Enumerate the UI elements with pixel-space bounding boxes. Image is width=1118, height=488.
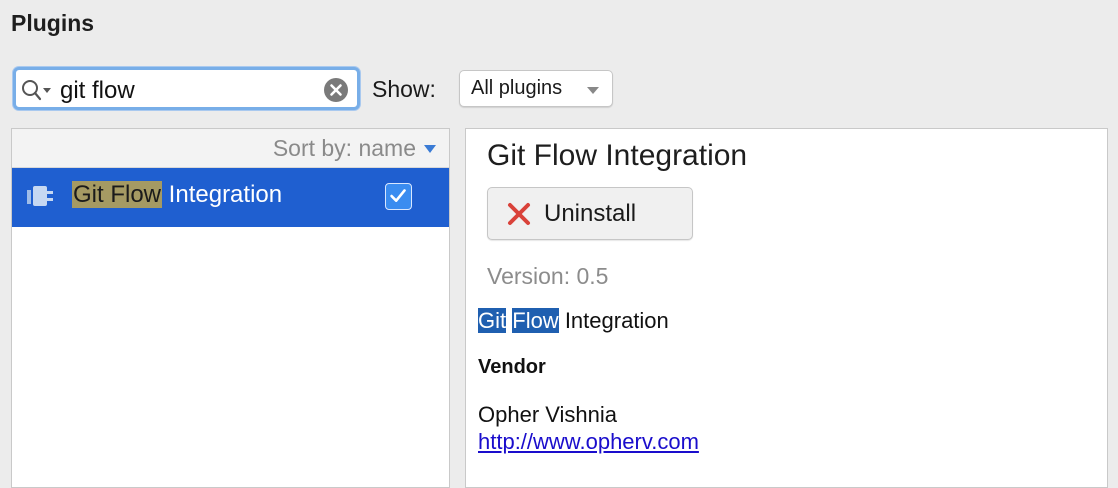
clear-icon[interactable] — [323, 77, 349, 103]
list-item-name: Git Flow Integration — [72, 181, 282, 209]
search-field[interactable]: git flow — [13, 67, 360, 110]
close-x-icon — [508, 203, 530, 225]
show-filter-value: All plugins — [471, 77, 563, 99]
uninstall-label: Uninstall — [544, 200, 637, 227]
description-rest: Integration — [558, 308, 669, 333]
selected-text: Git — [478, 308, 507, 333]
list-item[interactable]: Git Flow Integration — [12, 168, 449, 227]
plugin-detail-panel: Git Flow Integration Uninstall Version: … — [465, 128, 1108, 488]
vendor-heading: Vendor — [478, 356, 546, 378]
search-input[interactable]: git flow — [60, 77, 135, 105]
enable-checkbox[interactable] — [385, 183, 412, 210]
detail-title: Git Flow Integration — [487, 139, 748, 172]
uninstall-button[interactable]: Uninstall — [487, 187, 693, 240]
show-filter-dropdown[interactable]: All plugins — [459, 70, 613, 107]
selected-text: Flow — [512, 308, 559, 333]
sort-label[interactable]: Sort by: name — [273, 135, 416, 162]
vendor-link[interactable]: http://www.opherv.com — [478, 429, 699, 455]
description: Git Flow Integration — [478, 308, 669, 334]
search-icon[interactable] — [21, 79, 55, 101]
sort-bar[interactable]: Sort by: name — [12, 129, 449, 168]
checkbox-checked-icon — [390, 189, 406, 202]
plugin-list: Sort by: name Git Flow Integration — [11, 128, 450, 488]
plugin-icon — [27, 186, 53, 206]
version-text: Version: 0.5 — [487, 263, 609, 289]
page-title: Plugins — [11, 10, 95, 36]
show-label: Show: — [372, 76, 436, 102]
vendor-name: Opher Vishnia — [478, 402, 618, 427]
search-match-highlight: Git Flow — [72, 181, 163, 208]
chevron-down-icon — [587, 87, 599, 94]
chevron-down-icon[interactable] — [423, 144, 437, 154]
list-item-name-rest: Integration — [162, 181, 283, 208]
